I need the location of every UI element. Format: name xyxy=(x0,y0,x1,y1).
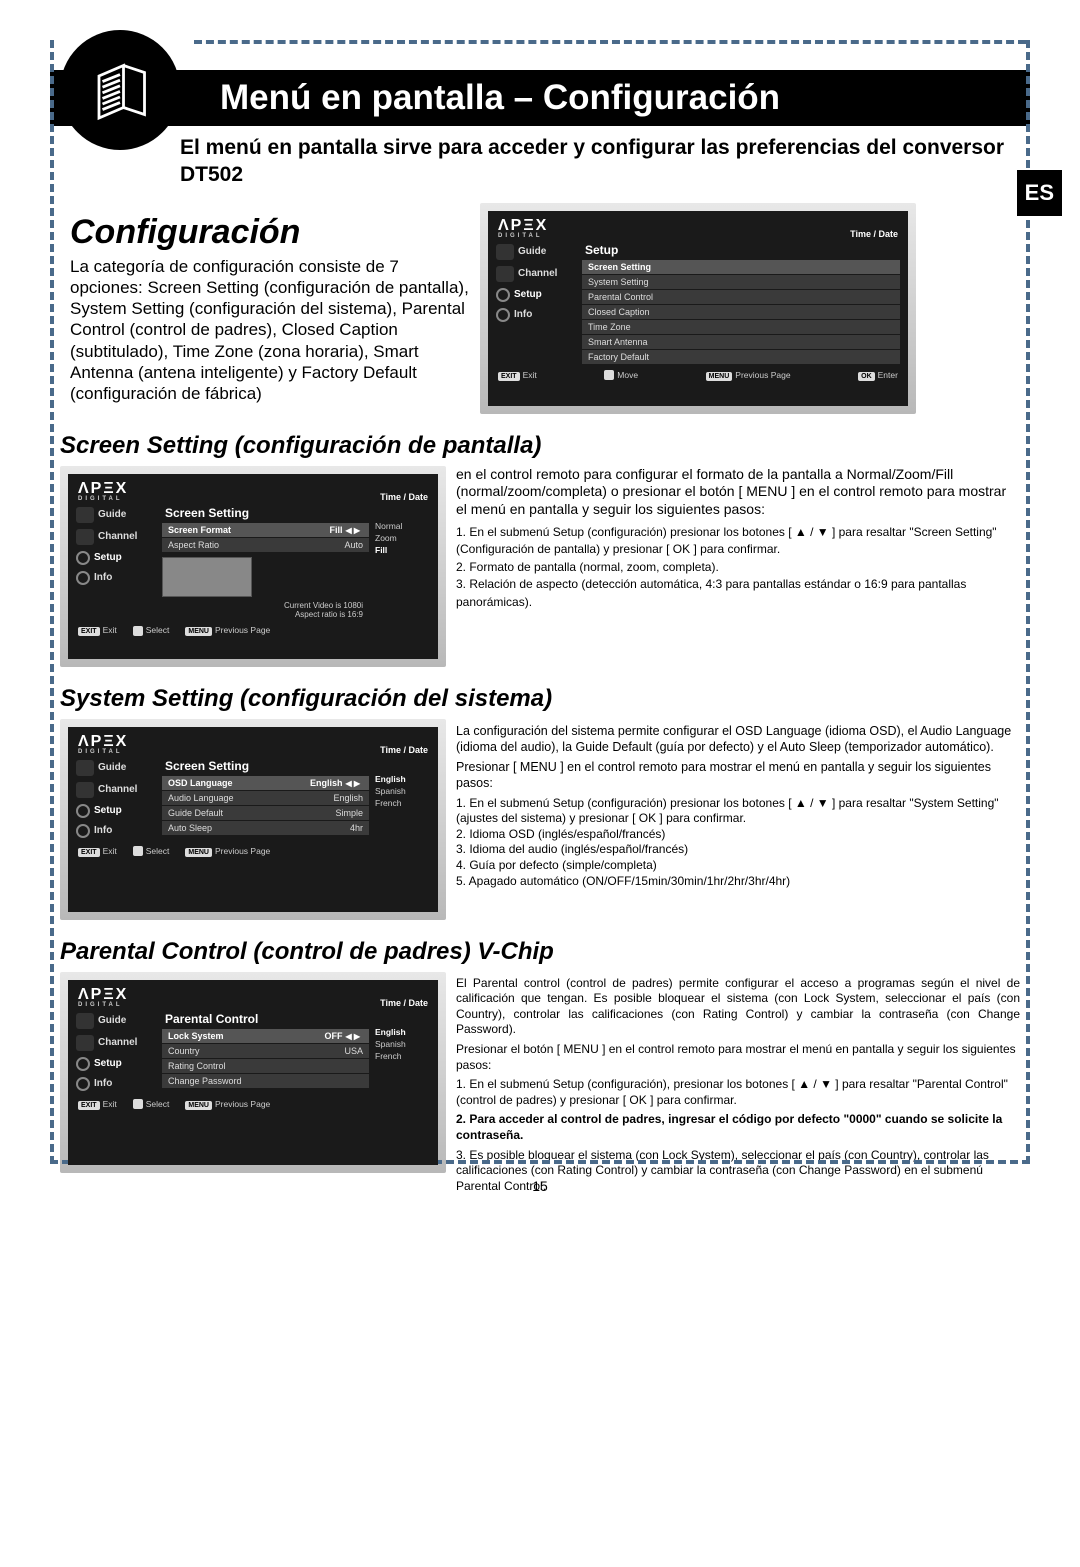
osd-setup-list: Screen Setting System Setting Parental C… xyxy=(582,260,900,365)
osd-panel-title: Setup xyxy=(582,241,900,260)
osd-parental-control: ΛPΞXDIGITAL Time / Date Guide Channel Se… xyxy=(60,972,446,1173)
osd-system-setting: ΛPΞXDIGITAL Time / Date Guide Channel Se… xyxy=(60,719,446,920)
osd-sidebar: Guide Channel Setup Info xyxy=(496,241,576,365)
osd-setup-screenshot: ΛPΞXDIGITAL Time / Date Guide Channel Se… xyxy=(480,203,916,414)
osd-time-date: Time / Date xyxy=(850,229,898,239)
osd-logo: ΛPΞXDIGITAL xyxy=(498,217,548,239)
page-number: 15 xyxy=(0,1178,1080,1194)
language-badge: ES xyxy=(1017,170,1062,216)
osd-screen-setting: ΛPΞXDIGITAL Time / Date Guide Channel Se… xyxy=(60,466,446,667)
manual-icon xyxy=(60,30,180,150)
osd-footer: EXITExit Move MENUPrevious Page OKEnter xyxy=(488,365,908,387)
